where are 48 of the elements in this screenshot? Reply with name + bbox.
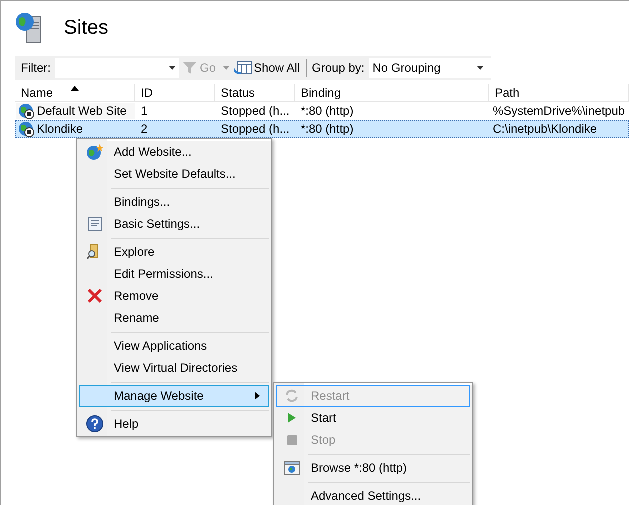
menu-item[interactable]: Remove	[79, 285, 269, 307]
menu-item[interactable]: Basic Settings...	[79, 213, 269, 235]
table-cell: Klondike	[16, 121, 135, 137]
menu-item[interactable]: Edit Permissions...	[79, 263, 269, 285]
browser-window-icon	[284, 461, 300, 475]
table-refresh-icon	[234, 60, 252, 76]
menu-item[interactable]: Browse *:80 (http)	[276, 457, 470, 479]
menu-item[interactable]: View Applications	[79, 335, 269, 357]
menu-item[interactable]: Manage Website	[79, 385, 269, 407]
close-icon	[87, 288, 103, 304]
submenu-arrow-icon	[255, 392, 260, 400]
sort-arrow-icon	[71, 86, 79, 91]
page-title: Sites	[64, 16, 108, 41]
group-by-label: Group by:	[312, 60, 365, 77]
menu-item[interactable]: Help	[79, 413, 269, 435]
menu-item[interactable]: Explore	[79, 241, 269, 263]
dropdown-caret-icon	[223, 66, 230, 70]
funnel-icon	[183, 61, 197, 75]
menu-item[interactable]: Start	[276, 407, 470, 429]
show-all-button[interactable]: Show All	[234, 59, 300, 77]
help-icon	[86, 415, 104, 433]
table-cell-text: Stopped (h...	[220, 103, 291, 119]
menu-item[interactable]: Rename	[79, 307, 269, 329]
refresh-icon	[285, 389, 299, 403]
filter-label: Filter:	[21, 60, 51, 77]
menu-item[interactable]: Bindings...	[79, 191, 269, 213]
menu-item[interactable]: Add Website...	[79, 141, 269, 163]
filter-field[interactable]	[55, 58, 179, 78]
dropdown-caret-icon	[477, 66, 484, 70]
table-cell-text: *:80 (http)	[300, 121, 355, 137]
table-cell-text: Stopped (h...	[220, 121, 291, 137]
group-by-dropdown[interactable]: No Grouping	[368, 58, 491, 78]
table-cell-text: 2	[140, 121, 149, 137]
table-cell-text: C:\inetpub\Klondike	[492, 121, 598, 137]
menu-item[interactable]: Advanced Settings...	[276, 485, 470, 505]
table-cell-text: 1	[140, 103, 149, 119]
menu-item[interactable]: View Virtual Directories	[79, 357, 269, 379]
table-cell: Default Web Site	[16, 103, 135, 119]
document-icon	[87, 216, 103, 232]
site-icon	[18, 103, 35, 119]
table-row[interactable]: Default Web Site 1 Stopped (h... *:80 (http) %SystemDrive%\inetpub	[15, 102, 629, 120]
play-icon	[287, 412, 297, 424]
dropdown-caret-icon	[169, 66, 176, 70]
table-cell-text: *:80 (http)	[300, 103, 355, 119]
site-icon	[18, 121, 35, 137]
menu-item[interactable]: Set Website Defaults...	[79, 163, 269, 185]
table-row[interactable]: Klondike 2 Stopped (h... *:80 (http) C:\inetpub\Klondike	[15, 120, 629, 138]
table-cell-text: %SystemDrive%\inetpub	[492, 103, 626, 119]
